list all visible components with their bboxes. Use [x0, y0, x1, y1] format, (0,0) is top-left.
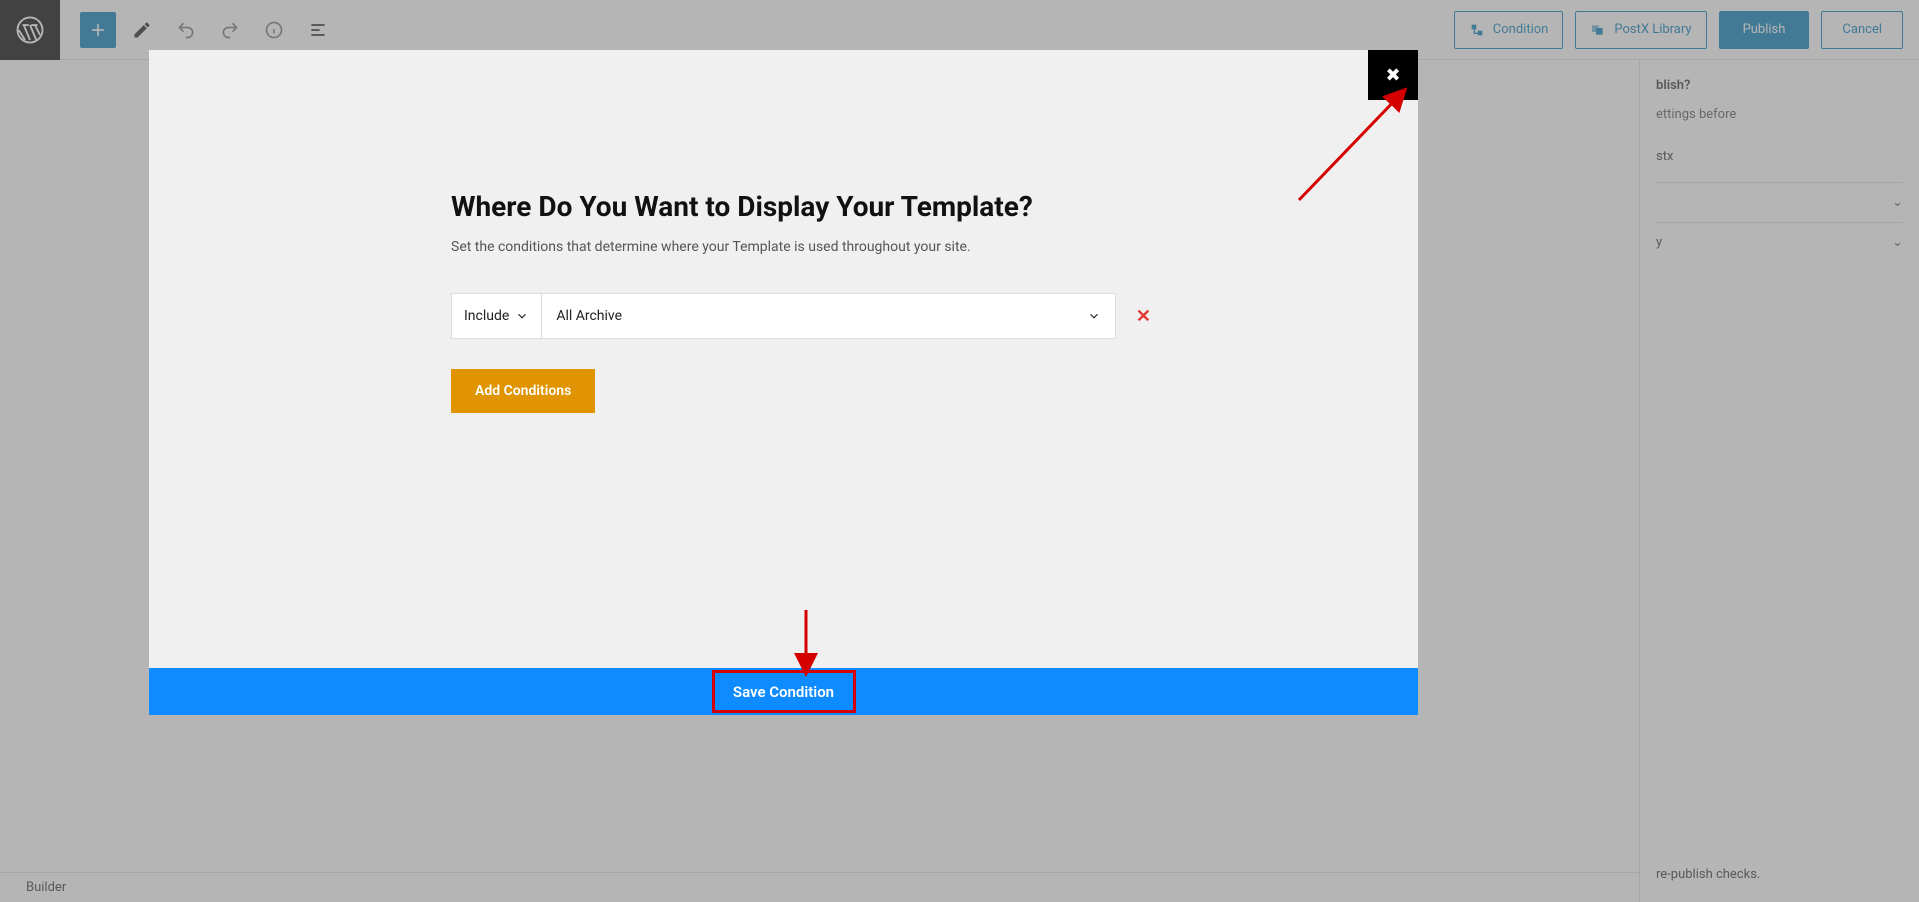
condition-modal: ✖ Where Do You Want to Display Your Temp…	[149, 50, 1418, 715]
modal-footer: Save Condition	[149, 668, 1418, 715]
modal-body: Where Do You Want to Display Your Templa…	[149, 50, 1418, 668]
modal-title: Where Do You Want to Display Your Templa…	[451, 190, 1151, 223]
chevron-down-icon	[515, 309, 529, 323]
modal-close-button[interactable]: ✖	[1368, 50, 1418, 100]
target-label: All Archive	[556, 308, 622, 324]
remove-condition-button[interactable]: ✕	[1136, 306, 1151, 327]
condition-row: Include All Archive ✕	[451, 293, 1151, 339]
include-label: Include	[464, 308, 509, 324]
close-icon: ✖	[1385, 65, 1400, 86]
add-conditions-button[interactable]: Add Conditions	[451, 369, 595, 413]
include-exclude-select[interactable]: Include	[451, 293, 541, 339]
modal-subtitle: Set the conditions that determine where …	[451, 239, 1151, 255]
chevron-down-icon	[1087, 309, 1101, 323]
save-condition-button[interactable]: Save Condition	[733, 683, 834, 701]
x-icon: ✕	[1136, 306, 1151, 327]
condition-target-select[interactable]: All Archive	[541, 293, 1116, 339]
